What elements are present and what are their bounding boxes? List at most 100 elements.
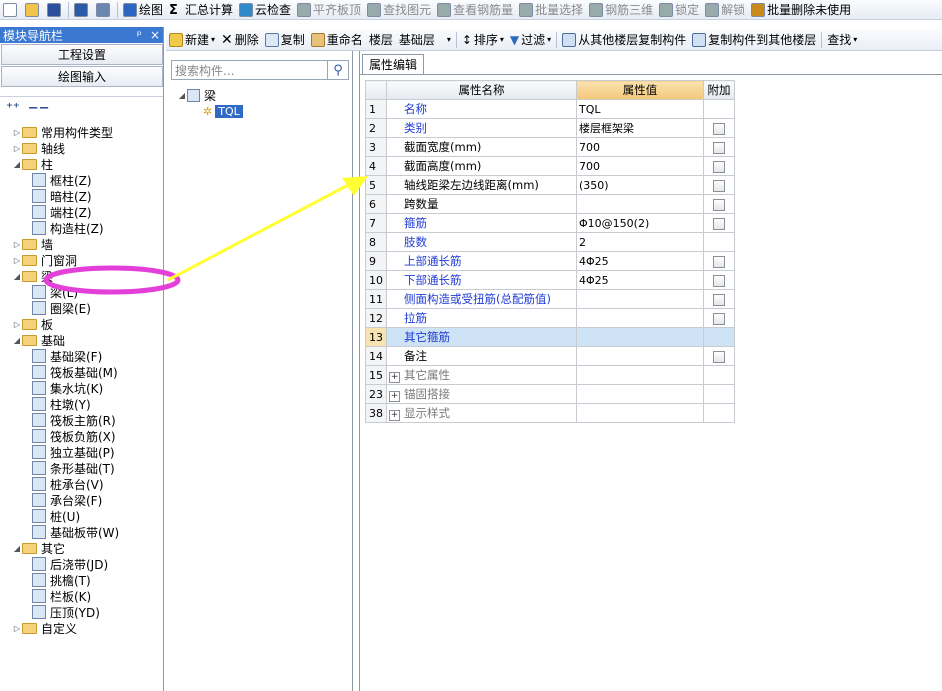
property-value-cell[interactable]: Φ10@150(2) [576,213,704,233]
view-rebar-button[interactable]: 查看钢筋量 [434,0,516,19]
extra-checkbox[interactable] [713,141,725,154]
property-row[interactable]: 1 名称 TQL [365,99,735,119]
nav-tree-item[interactable]: 后浇带(JD) [0,556,163,572]
extra-checkbox[interactable] [713,122,725,135]
expand-group-icon[interactable]: + [389,410,400,421]
collapse-icon[interactable]: ◢ [12,336,22,345]
nav-tree-item[interactable]: 筏板基础(M) [0,364,163,380]
nav-tree-item[interactable]: 暗柱(Z) [0,188,163,204]
property-row[interactable]: 7 箍筋 Φ10@150(2) [365,213,735,233]
tree-node-tql[interactable]: ✲ TQL [203,103,243,119]
new-button[interactable]: 新建 ▾ [166,30,218,50]
property-row[interactable]: 12 拉筋 [365,308,735,328]
search-button[interactable]: ⚲ [328,60,349,80]
property-row[interactable]: 4 截面高度(mm) 700 [365,156,735,176]
property-row[interactable]: 10 下部通长筋 4Φ25 [365,270,735,290]
property-value-cell[interactable]: (350) [576,175,704,195]
property-value-cell[interactable]: TQL [576,99,704,119]
nav-tree-item[interactable]: ◢ 柱 [0,156,163,172]
close-icon[interactable]: × [150,28,160,42]
search-input[interactable]: 搜索构件... [171,60,328,80]
nav-tree-item[interactable]: 基础梁(F) [0,348,163,364]
extra-checkbox[interactable] [713,350,725,363]
nav-tree-item[interactable]: ◢ 梁 [0,268,163,284]
copy-button[interactable]: 复制 [262,30,308,50]
property-value-cell[interactable]: 4Φ25 [576,270,704,290]
expand-icon[interactable]: ▷ [12,624,22,633]
redo-button[interactable] [93,0,115,19]
extra-checkbox[interactable] [713,255,725,268]
find-element-button[interactable]: 查找图元 [364,0,434,19]
copy-from-floor-button[interactable]: 从其他楼层复制构件 [559,30,689,50]
property-row[interactable]: 11 侧面构造或受扭筋(总配筋值) [365,289,735,309]
property-value-cell[interactable]: 700 [576,137,704,157]
nav-tree-item[interactable]: 端柱(Z) [0,204,163,220]
property-value-cell[interactable] [576,194,704,214]
expand-icon[interactable]: ▷ [12,128,22,137]
cloud-check-button[interactable]: 云检查 [236,0,294,19]
batch-delete-button[interactable]: 批量删除未使用 [748,0,854,19]
property-row[interactable]: 15 + 其它属性 [365,365,735,385]
property-value-cell[interactable] [576,308,704,328]
batch-select-button[interactable]: 批量选择 [516,0,586,19]
property-row[interactable]: 6 跨数量 [365,194,735,214]
expand-icon[interactable]: ▷ [12,240,22,249]
expand-all-icon[interactable]: ⁺⁺ [6,101,20,116]
expand-icon[interactable]: ▷ [12,256,22,265]
rename-button[interactable]: 重命名 [308,30,366,50]
new-file-button[interactable] [0,0,22,19]
nav-tree-item[interactable]: 压顶(YD) [0,604,163,620]
sigma-button[interactable]: Σ 汇总计算 [166,0,236,19]
property-value-cell[interactable] [576,346,704,366]
draw-button[interactable]: 绘图 [120,0,166,19]
collapse-icon[interactable]: ◢ [12,160,22,169]
property-value-cell[interactable] [576,365,704,385]
extra-checkbox[interactable] [713,312,725,325]
rebar-3d-button[interactable]: 钢筋三维 [586,0,656,19]
nav-tree-item[interactable]: 桩承台(V) [0,476,163,492]
property-value-cell[interactable] [576,403,704,423]
property-value-cell[interactable] [576,289,704,309]
property-row[interactable]: 2 类别 楼层框架梁 [365,118,735,138]
undo-button[interactable] [71,0,93,19]
property-value-cell[interactable] [576,384,704,404]
align-slab-button[interactable]: 平齐板顶 [294,0,364,19]
expand-group-icon[interactable]: + [389,391,400,402]
nav-tree-item[interactable]: ▷ 常用构件类型 [0,124,163,140]
nav-tree-item[interactable]: 集水坑(K) [0,380,163,396]
collapse-icon[interactable]: ◢ [12,544,22,553]
property-row[interactable]: 14 备注 [365,346,735,366]
nav-tree-item[interactable]: 圈梁(E) [0,300,163,316]
unlock-button[interactable]: 解锁 [702,0,748,19]
property-value-cell[interactable]: 700 [576,156,704,176]
expand-icon[interactable]: ▷ [12,320,22,329]
nav-tree-item[interactable]: 筏板负筋(X) [0,428,163,444]
project-settings-button[interactable]: 工程设置 [1,44,163,65]
filter-button[interactable]: ▼ 过滤 ▾ [507,30,554,50]
collapse-icon[interactable]: ◢ [177,91,187,100]
nav-tree-item[interactable]: ▷ 轴线 [0,140,163,156]
extra-checkbox[interactable] [713,198,725,211]
nav-tree-item[interactable]: 框柱(Z) [0,172,163,188]
nav-tree-item[interactable]: ▷ 自定义 [0,620,163,636]
property-value-cell[interactable]: 楼层框架梁 [576,118,704,138]
find-button[interactable]: 查找 ▾ [824,30,860,50]
copy-to-floor-button[interactable]: 复制构件到其他楼层 [689,30,819,50]
property-value-cell[interactable] [576,327,704,347]
property-row[interactable]: 38 + 显示样式 [365,403,735,423]
drawing-input-button[interactable]: 绘图输入 [1,66,163,87]
nav-tree-item[interactable]: 栏板(K) [0,588,163,604]
nav-tree-item[interactable]: 桩(U) [0,508,163,524]
collapse-all-icon[interactable]: −− [28,101,50,116]
expand-group-icon[interactable]: + [389,372,400,383]
property-row[interactable]: 5 轴线距梁左边线距离(mm) (350) [365,175,735,195]
nav-tree-item[interactable]: 承台梁(F) [0,492,163,508]
nav-tree-item[interactable]: 独立基础(P) [0,444,163,460]
nav-tree-item[interactable]: 筏板主筋(R) [0,412,163,428]
lock-button[interactable]: 锁定 [656,0,702,19]
extra-checkbox[interactable] [713,160,725,173]
property-row[interactable]: 9 上部通长筋 4Φ25 [365,251,735,271]
nav-tree-item[interactable]: 挑檐(T) [0,572,163,588]
nav-tree-item[interactable]: ◢ 基础 [0,332,163,348]
nav-tree-item[interactable]: ◢ 其它 [0,540,163,556]
